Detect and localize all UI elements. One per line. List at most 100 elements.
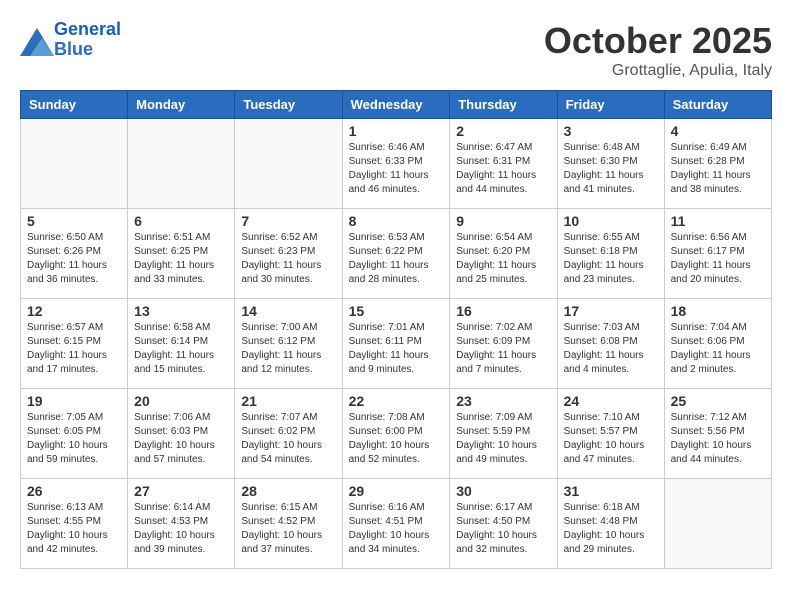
day-info: Sunrise: 7:06 AM Sunset: 6:03 PM Dayligh…	[134, 411, 228, 467]
week-row-3: 12 Sunrise: 6:57 AM Sunset: 6:15 PM Dayli…	[21, 299, 772, 389]
weekday-header-tuesday: Tuesday	[235, 91, 342, 119]
day-info: Sunrise: 6:57 AM Sunset: 6:15 PM Dayligh…	[27, 321, 121, 377]
day-number: 25	[671, 393, 765, 409]
day-info: Sunrise: 7:08 AM Sunset: 6:00 PM Dayligh…	[349, 411, 444, 467]
day-number: 22	[349, 393, 444, 409]
day-info: Sunrise: 6:53 AM Sunset: 6:22 PM Dayligh…	[349, 231, 444, 287]
week-row-4: 19 Sunrise: 7:05 AM Sunset: 6:05 PM Dayli…	[21, 389, 772, 479]
calendar-cell: 2 Sunrise: 6:47 AM Sunset: 6:31 PM Daylig…	[450, 119, 557, 209]
logo-text: General Blue	[54, 20, 121, 60]
day-number: 16	[456, 303, 550, 319]
logo-line1: General	[54, 19, 121, 39]
calendar-cell: 27 Sunrise: 6:14 AM Sunset: 4:53 PM Dayli…	[128, 479, 235, 569]
day-number: 18	[671, 303, 765, 319]
day-number: 2	[456, 123, 550, 139]
day-info: Sunrise: 7:09 AM Sunset: 5:59 PM Dayligh…	[456, 411, 550, 467]
day-number: 3	[564, 123, 658, 139]
day-info: Sunrise: 6:18 AM Sunset: 4:48 PM Dayligh…	[564, 501, 658, 557]
day-number: 9	[456, 213, 550, 229]
day-info: Sunrise: 7:12 AM Sunset: 5:56 PM Dayligh…	[671, 411, 765, 467]
day-number: 26	[27, 483, 121, 499]
day-number: 1	[349, 123, 444, 139]
day-number: 19	[27, 393, 121, 409]
logo-line2: Blue	[54, 39, 93, 59]
calendar-cell: 4 Sunrise: 6:49 AM Sunset: 6:28 PM Daylig…	[664, 119, 771, 209]
day-info: Sunrise: 7:05 AM Sunset: 6:05 PM Dayligh…	[27, 411, 121, 467]
day-number: 8	[349, 213, 444, 229]
day-info: Sunrise: 6:49 AM Sunset: 6:28 PM Dayligh…	[671, 141, 765, 197]
day-number: 24	[564, 393, 658, 409]
calendar-cell: 23 Sunrise: 7:09 AM Sunset: 5:59 PM Dayli…	[450, 389, 557, 479]
calendar-cell: 1 Sunrise: 6:46 AM Sunset: 6:33 PM Daylig…	[342, 119, 450, 209]
day-number: 23	[456, 393, 550, 409]
day-number: 4	[671, 123, 765, 139]
weekday-header-sunday: Sunday	[21, 91, 128, 119]
day-number: 12	[27, 303, 121, 319]
day-number: 29	[349, 483, 444, 499]
weekday-row: SundayMondayTuesdayWednesdayThursdayFrid…	[21, 91, 772, 119]
day-info: Sunrise: 7:03 AM Sunset: 6:08 PM Dayligh…	[564, 321, 658, 377]
day-number: 15	[349, 303, 444, 319]
calendar-cell: 20Sunrise: 7:06 AM Sunset: 6:03 PM Dayli…	[128, 389, 235, 479]
logo: General Blue	[20, 20, 121, 60]
calendar-cell: 14Sunrise: 7:00 AM Sunset: 6:12 PM Dayli…	[235, 299, 342, 389]
logo-icon	[20, 28, 50, 52]
calendar-cell: 12 Sunrise: 6:57 AM Sunset: 6:15 PM Dayli…	[21, 299, 128, 389]
day-info: Sunrise: 6:47 AM Sunset: 6:31 PM Dayligh…	[456, 141, 550, 197]
day-info: Sunrise: 6:14 AM Sunset: 4:53 PM Dayligh…	[134, 501, 228, 557]
calendar-table: SundayMondayTuesdayWednesdayThursdayFrid…	[20, 90, 772, 569]
calendar-cell: 25 Sunrise: 7:12 AM Sunset: 5:56 PM Dayli…	[664, 389, 771, 479]
day-info: Sunrise: 7:04 AM Sunset: 6:06 PM Dayligh…	[671, 321, 765, 377]
weekday-header-saturday: Saturday	[664, 91, 771, 119]
calendar-cell: 19 Sunrise: 7:05 AM Sunset: 6:05 PM Dayli…	[21, 389, 128, 479]
day-number: 27	[134, 483, 228, 499]
day-number: 7	[241, 213, 335, 229]
day-info: Sunrise: 6:13 AM Sunset: 4:55 PM Dayligh…	[27, 501, 121, 557]
weekday-header-monday: Monday	[128, 91, 235, 119]
calendar-cell: 22 Sunrise: 7:08 AM Sunset: 6:00 PM Dayli…	[342, 389, 450, 479]
calendar-cell	[235, 119, 342, 209]
calendar-cell: 17 Sunrise: 7:03 AM Sunset: 6:08 PM Dayli…	[557, 299, 664, 389]
calendar-cell: 9Sunrise: 6:54 AM Sunset: 6:20 PM Daylig…	[450, 209, 557, 299]
day-info: Sunrise: 6:16 AM Sunset: 4:51 PM Dayligh…	[349, 501, 444, 557]
calendar-cell: 30Sunrise: 6:17 AM Sunset: 4:50 PM Dayli…	[450, 479, 557, 569]
calendar-cell: 7 Sunrise: 6:52 AM Sunset: 6:23 PM Daylig…	[235, 209, 342, 299]
day-number: 17	[564, 303, 658, 319]
calendar-cell	[21, 119, 128, 209]
calendar-cell: 11 Sunrise: 6:56 AM Sunset: 6:17 PM Dayli…	[664, 209, 771, 299]
day-info: Sunrise: 6:46 AM Sunset: 6:33 PM Dayligh…	[349, 141, 444, 197]
day-info: Sunrise: 6:52 AM Sunset: 6:23 PM Dayligh…	[241, 231, 335, 287]
calendar-cell: 15Sunrise: 7:01 AM Sunset: 6:11 PM Dayli…	[342, 299, 450, 389]
day-number: 14	[241, 303, 335, 319]
day-number: 30	[456, 483, 550, 499]
month-title: October 2025	[544, 20, 772, 62]
week-row-5: 26 Sunrise: 6:13 AM Sunset: 4:55 PM Dayli…	[21, 479, 772, 569]
day-info: Sunrise: 6:50 AM Sunset: 6:26 PM Dayligh…	[27, 231, 121, 287]
title-block: October 2025 Grottaglie, Apulia, Italy	[544, 20, 772, 80]
calendar-cell: 13Sunrise: 6:58 AM Sunset: 6:14 PM Dayli…	[128, 299, 235, 389]
calendar-cell: 18 Sunrise: 7:04 AM Sunset: 6:06 PM Dayli…	[664, 299, 771, 389]
day-number: 6	[134, 213, 228, 229]
calendar-cell: 31Sunrise: 6:18 AM Sunset: 4:48 PM Dayli…	[557, 479, 664, 569]
calendar-cell: 21Sunrise: 7:07 AM Sunset: 6:02 PM Dayli…	[235, 389, 342, 479]
day-number: 11	[671, 213, 765, 229]
day-info: Sunrise: 7:07 AM Sunset: 6:02 PM Dayligh…	[241, 411, 335, 467]
calendar-cell: 16 Sunrise: 7:02 AM Sunset: 6:09 PM Dayli…	[450, 299, 557, 389]
day-info: Sunrise: 6:55 AM Sunset: 6:18 PM Dayligh…	[564, 231, 658, 287]
calendar-cell	[664, 479, 771, 569]
calendar-cell: 29 Sunrise: 6:16 AM Sunset: 4:51 PM Dayli…	[342, 479, 450, 569]
day-info: Sunrise: 6:15 AM Sunset: 4:52 PM Dayligh…	[241, 501, 335, 557]
weekday-header-thursday: Thursday	[450, 91, 557, 119]
day-number: 5	[27, 213, 121, 229]
week-row-2: 5 Sunrise: 6:50 AM Sunset: 6:26 PM Daylig…	[21, 209, 772, 299]
day-info: Sunrise: 7:02 AM Sunset: 6:09 PM Dayligh…	[456, 321, 550, 377]
day-info: Sunrise: 6:56 AM Sunset: 6:17 PM Dayligh…	[671, 231, 765, 287]
day-info: Sunrise: 6:48 AM Sunset: 6:30 PM Dayligh…	[564, 141, 658, 197]
calendar-cell: 6Sunrise: 6:51 AM Sunset: 6:25 PM Daylig…	[128, 209, 235, 299]
calendar-cell: 24Sunrise: 7:10 AM Sunset: 5:57 PM Dayli…	[557, 389, 664, 479]
calendar-cell: 10 Sunrise: 6:55 AM Sunset: 6:18 PM Dayli…	[557, 209, 664, 299]
calendar-cell	[128, 119, 235, 209]
location: Grottaglie, Apulia, Italy	[544, 62, 772, 80]
day-number: 10	[564, 213, 658, 229]
day-info: Sunrise: 6:58 AM Sunset: 6:14 PM Dayligh…	[134, 321, 228, 377]
